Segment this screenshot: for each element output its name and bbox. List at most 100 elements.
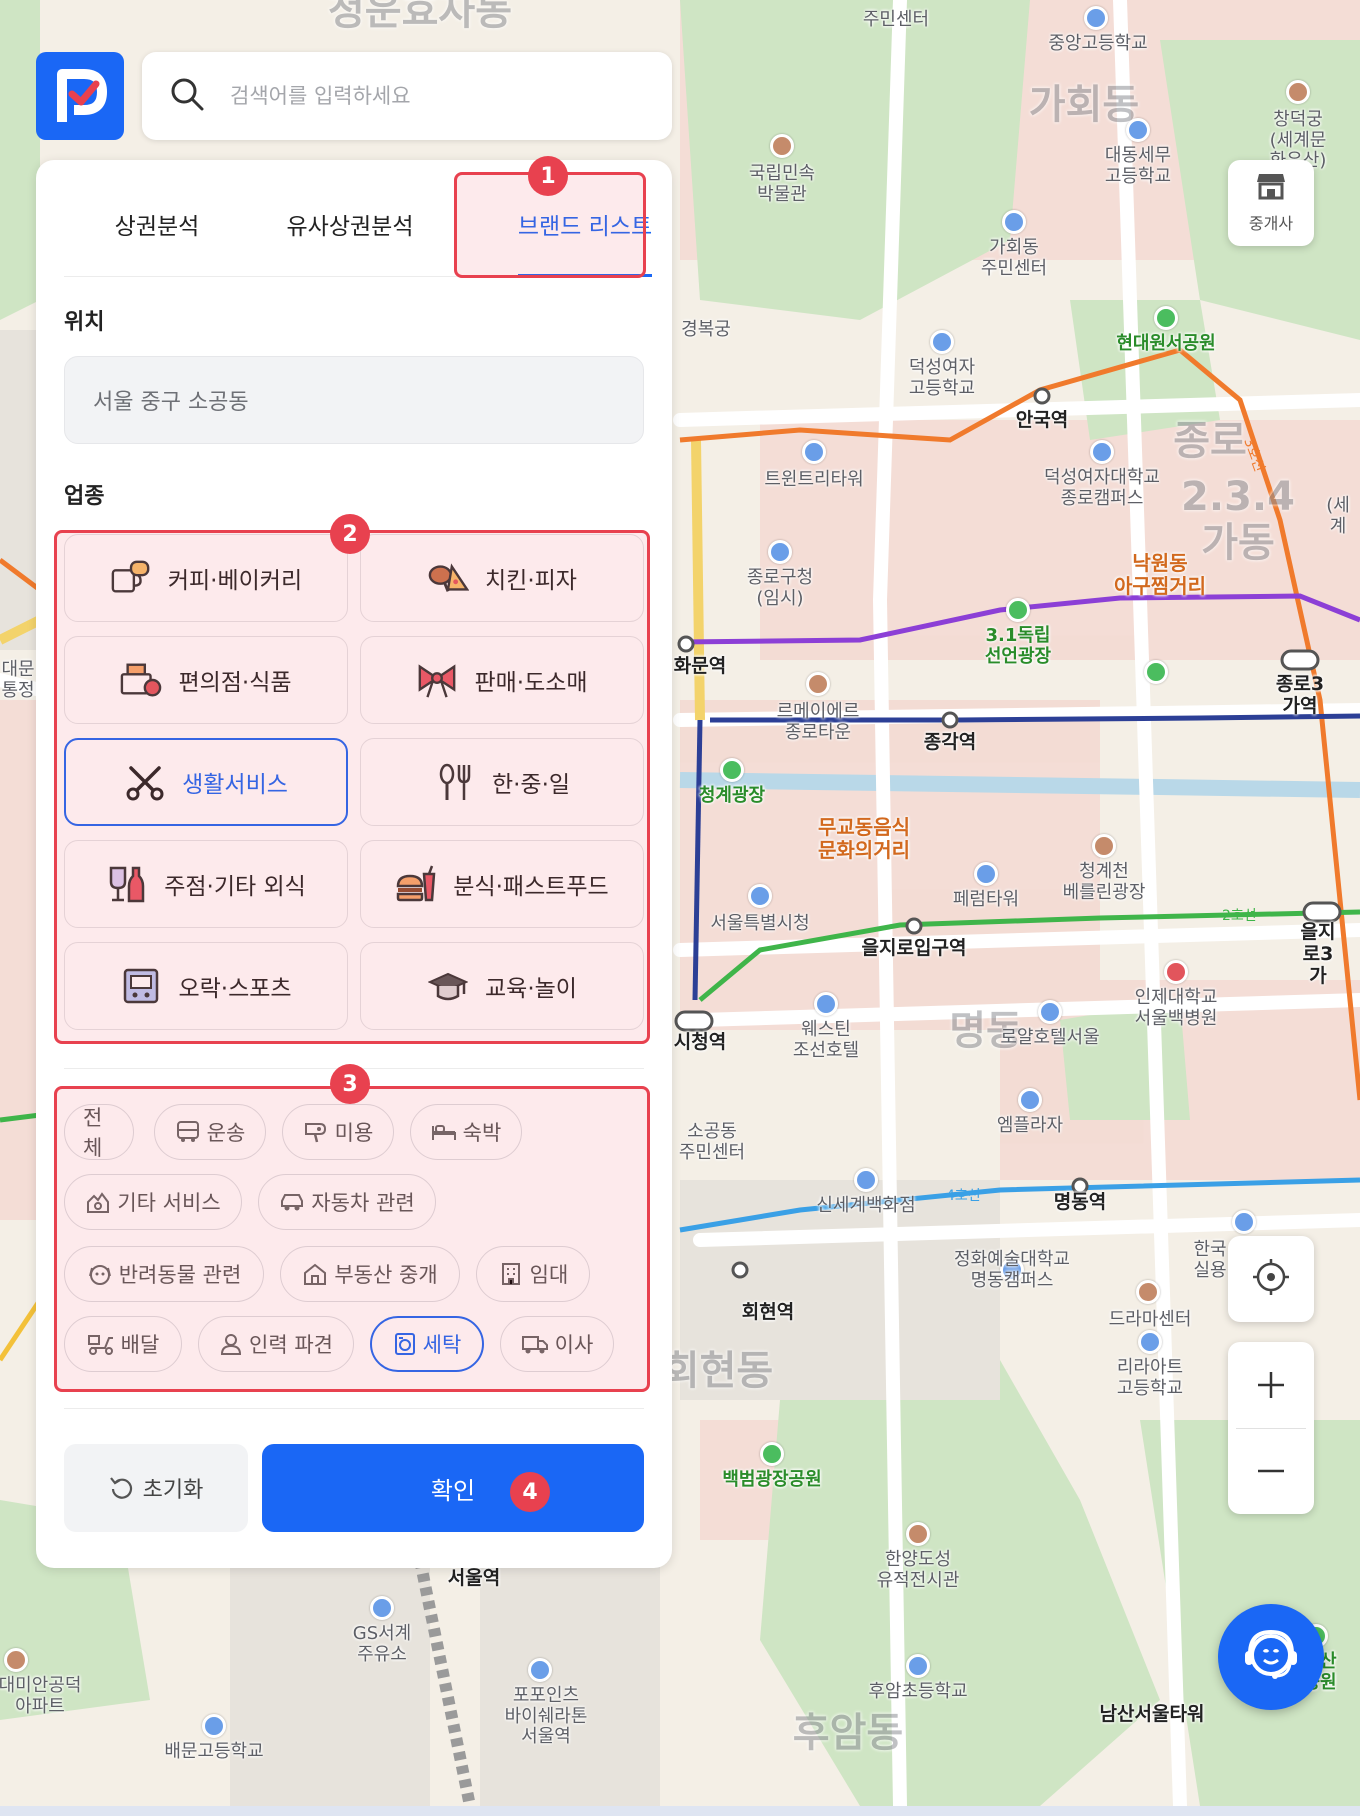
map-label: 종로구청 (임시) (746, 567, 814, 609)
map-line-label: 2호선 (1222, 908, 1257, 924)
map-label-station: 회현역 (741, 1301, 795, 1323)
category-entertainment-sports[interactable]: 오락·스포츠 (64, 942, 348, 1030)
tab-brand-list[interactable]: 브랜드 리스트 (478, 172, 692, 276)
chip-label: 배달 (120, 1333, 160, 1357)
service-icon (87, 1192, 110, 1213)
map-poi (1090, 440, 1114, 464)
category-label: 생활서비스 (182, 772, 288, 798)
category-coffee-bakery[interactable]: 커피·베이커리 (64, 534, 348, 622)
confirm-button[interactable]: 확인 (262, 1444, 644, 1532)
tab-similar-commercial-analysis[interactable]: 유사상권분석 (250, 172, 450, 276)
search-bar[interactable] (142, 52, 672, 140)
chip-label: 인력 파견 (249, 1333, 333, 1357)
chip-rental[interactable]: 임대 (476, 1246, 590, 1302)
car-icon (281, 1194, 304, 1211)
map-label: 페럼타워 (952, 889, 1020, 910)
person-icon (221, 1334, 242, 1355)
map-label: 배문고등학교 (164, 1741, 264, 1762)
chip-delivery[interactable]: 배달 (64, 1316, 182, 1372)
map-poi (906, 1654, 930, 1678)
chip-staffing[interactable]: 인력 파견 (198, 1316, 354, 1372)
map-poi (1006, 598, 1030, 622)
chip-moving[interactable]: 이사 (500, 1316, 614, 1372)
map-label: 웨스틴 조선호텔 (792, 1019, 860, 1061)
active-tab-indicator (518, 274, 652, 277)
bus-icon (176, 1121, 199, 1142)
spoon-fork-icon (434, 761, 476, 803)
map-poi (768, 540, 792, 564)
map-label: 남산서울타워 (1099, 1703, 1205, 1725)
minus-icon (1258, 1470, 1284, 1473)
current-location-button[interactable] (1228, 1236, 1314, 1322)
chip-transport[interactable]: 운송 (154, 1104, 266, 1160)
realtor-button[interactable]: 중개사 (1228, 160, 1314, 246)
category-education-play[interactable]: 교육·놀이 (360, 942, 644, 1030)
category-label: 분식·패스트푸드 (453, 874, 609, 900)
map-label: 대문 통정 (1, 659, 35, 701)
washing-machine-icon (394, 1333, 415, 1355)
map-label: (세계 (1326, 495, 1350, 537)
chip-label: 미용 (334, 1121, 374, 1145)
chip-automotive[interactable]: 자동차 관련 (258, 1174, 436, 1230)
search-input[interactable] (228, 83, 652, 109)
analysis-panel: 상권분석 유사상권분석 브랜드 리스트 위치 서울 중구 소공동 업종 커피·베… (36, 160, 672, 1568)
step-marker-1: 1 (528, 156, 568, 196)
refresh-icon (109, 1477, 132, 1499)
chip-laundry[interactable]: 세탁 (370, 1316, 484, 1372)
map-poi (1232, 1210, 1256, 1234)
category-snack-fastfood[interactable]: 분식·패스트푸드 (360, 840, 644, 928)
zoom-out-button[interactable] (1228, 1429, 1314, 1515)
map-label-station: 안국역 (1015, 409, 1069, 431)
map-label: 덕성여자대학교 종로캠퍼스 (1044, 467, 1160, 509)
category-label: 교육·놀이 (485, 976, 577, 1002)
chip-label: 전체 (83, 1106, 103, 1160)
customer-support-button[interactable] (1218, 1604, 1324, 1710)
category-label: 오락·스포츠 (178, 976, 292, 1002)
chip-other-service[interactable]: 기타 서비스 (64, 1174, 242, 1230)
map-label: 정화예술대학교 명동캠퍼스 (954, 1249, 1070, 1291)
map-poi (854, 1168, 878, 1192)
hair-dryer-icon (304, 1123, 326, 1143)
map-label: 드라마센터 (1108, 1309, 1192, 1330)
map-poi (802, 440, 826, 464)
category-retail-wholesale[interactable]: 판매·도소매 (360, 636, 644, 724)
map-label: 후암초등학교 (868, 1681, 968, 1702)
map-label: 청계천 베를린광장 (1062, 861, 1146, 903)
search-icon (170, 77, 204, 115)
map-poi (1164, 960, 1188, 984)
map-label-district: 회현동 (662, 1348, 774, 1394)
map-label-station: 을지로입구역 (861, 937, 967, 959)
category-label: 편의점·식품 (178, 670, 292, 696)
category-living-service[interactable]: 생활서비스 (64, 738, 348, 826)
chip-all[interactable]: 전체 (64, 1104, 134, 1160)
category-convenience-store[interactable]: 편의점·식품 (64, 636, 348, 724)
zoom-in-button[interactable] (1228, 1342, 1314, 1428)
category-pub-dining[interactable]: 주점·기타 외식 (64, 840, 348, 928)
zoom-controls (1228, 1342, 1314, 1514)
location-field[interactable]: 서울 중구 소공동 (64, 356, 644, 444)
reset-button[interactable]: 초기화 (64, 1444, 248, 1532)
chip-lodging[interactable]: 숙박 (410, 1104, 522, 1160)
bed-icon (431, 1125, 456, 1140)
coffee-bakery-icon (110, 557, 152, 599)
ribbon-gift-icon (416, 659, 458, 701)
chip-label: 운송 (206, 1121, 246, 1145)
map-label: 낙원동 아구찜거리 (1114, 551, 1206, 598)
category-chicken-pizza[interactable]: 치킨·피자 (360, 534, 644, 622)
chip-pet[interactable]: 반려동물 관련 (64, 1246, 264, 1302)
tab-commercial-analysis[interactable]: 상권분석 (64, 172, 250, 276)
map-label-station: 종로3가역 (1275, 673, 1325, 717)
chip-beauty[interactable]: 미용 (282, 1104, 394, 1160)
chip-label: 임대 (529, 1263, 569, 1287)
map-label: 경복궁 (681, 319, 731, 340)
category-korean-chinese-japanese[interactable]: 한·중·일 (360, 738, 644, 826)
logo-icon (57, 69, 107, 122)
chip-real-estate[interactable]: 부동산 중개 (280, 1246, 460, 1302)
map-label: 포포인츠 바이쉐라톤 서울역 (504, 1685, 588, 1748)
confirm-label: 확인 (430, 1476, 476, 1505)
pet-icon (88, 1265, 111, 1285)
app-logo[interactable] (36, 52, 124, 140)
map-poi (930, 330, 954, 354)
map-label: 중앙고등학교 (1048, 33, 1148, 54)
map-poi (1092, 834, 1116, 858)
